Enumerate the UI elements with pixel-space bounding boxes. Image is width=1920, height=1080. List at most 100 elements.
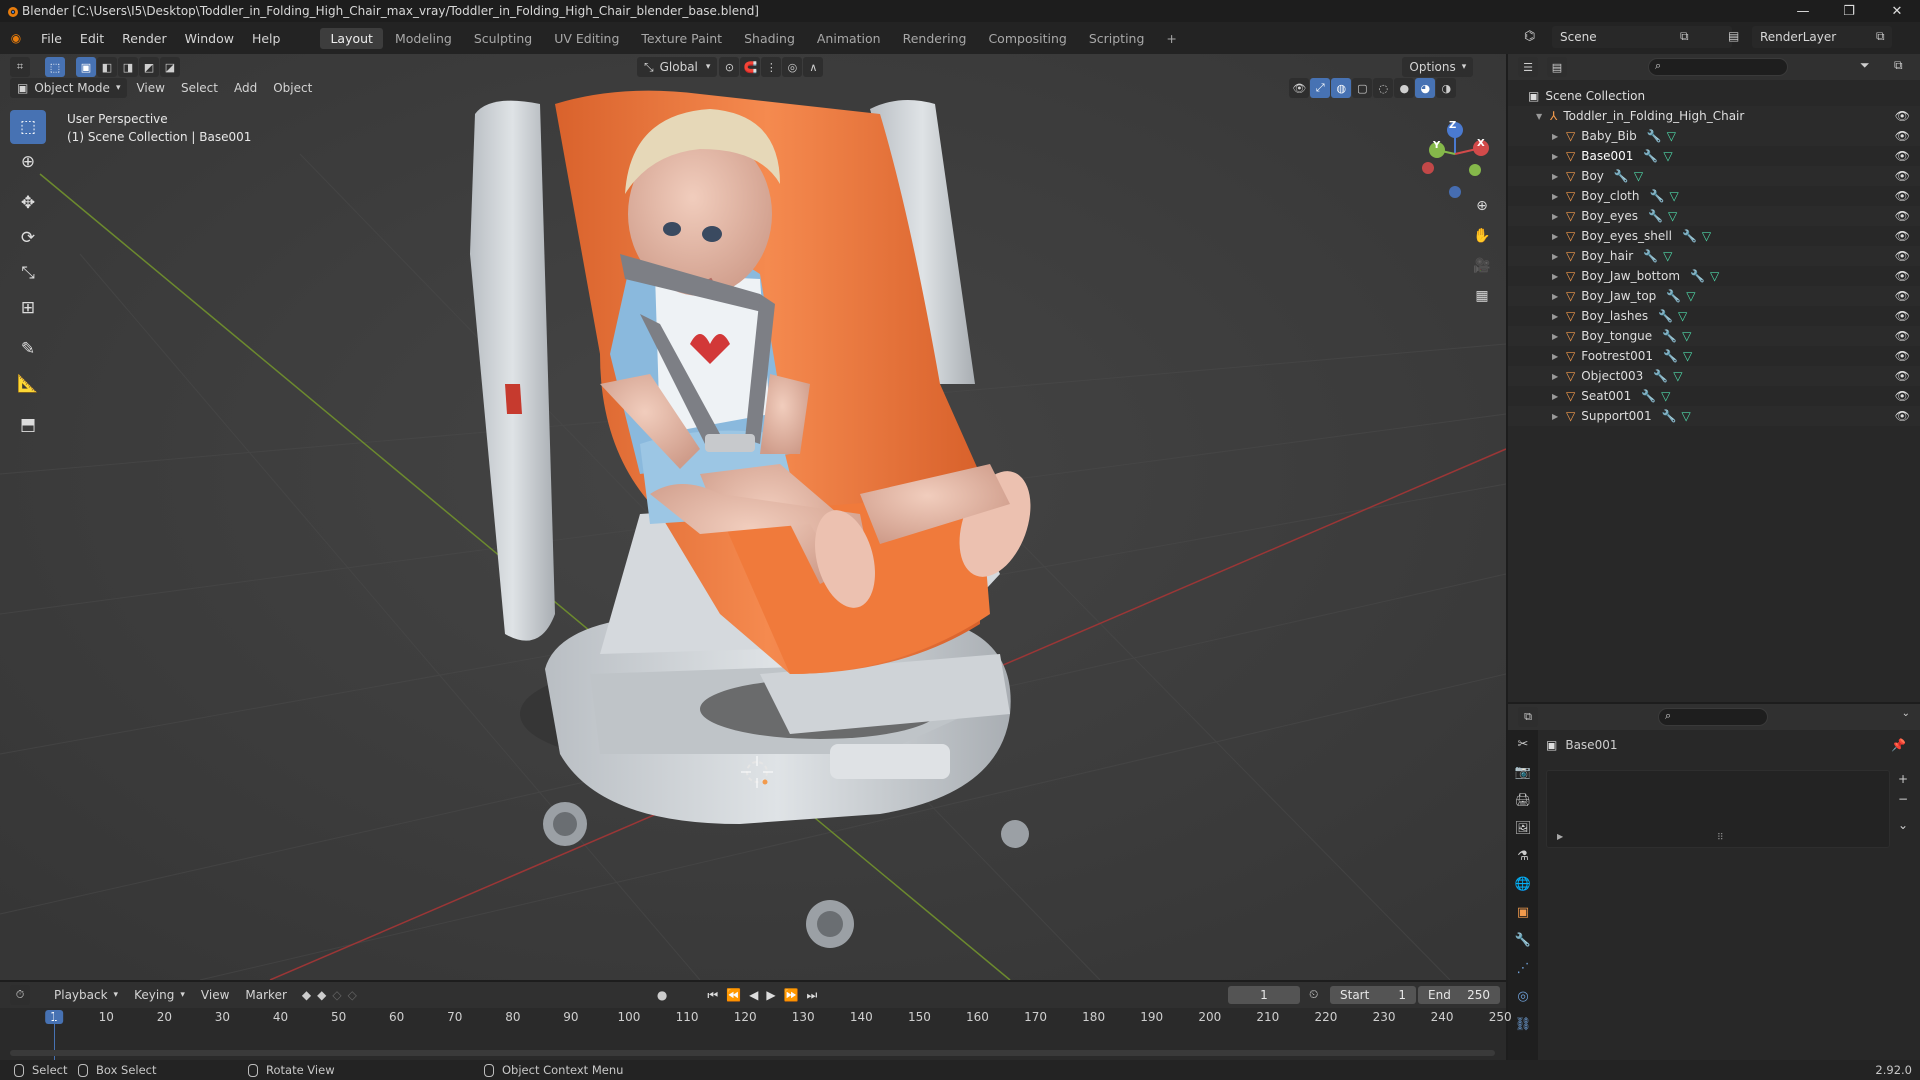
mesh-data-icon[interactable]: ▽ [1673, 369, 1682, 383]
modifier-wrench-icon[interactable]: 🔧 [1650, 189, 1665, 203]
transform-orientation-dropdown[interactable]: ⤡ Global ▾ [637, 57, 718, 77]
transform-tool-icon[interactable]: ⊞ [10, 291, 46, 325]
eye-icon[interactable]: 👁 [1895, 149, 1910, 163]
timeline-editor-type-icon[interactable]: ⏱ [10, 985, 30, 1005]
outliner-collection[interactable]: ▼ ⅄ Toddler_in_Folding_High_Chair 👁 [1508, 106, 1920, 126]
outliner-object-row[interactable]: ▶ ▽ Footrest001 🔧 ▽ 👁 [1508, 346, 1920, 366]
outliner-object-row[interactable]: ▶ ▽ Boy_Jaw_bottom 🔧 ▽ 👁 [1508, 266, 1920, 286]
outliner-object-row[interactable]: ▶ ▽ Baby_Bib 🔧 ▽ 👁 [1508, 126, 1920, 146]
mesh-data-icon[interactable]: ▽ [1668, 209, 1677, 223]
outliner-scene-collection[interactable]: ▣ Scene Collection [1508, 86, 1920, 106]
auto-keying-icon[interactable]: ● [657, 988, 667, 1002]
select-box-tool-icon[interactable]: ⬚ [10, 110, 46, 144]
modifier-tab-icon[interactable]: 🔧 [1508, 926, 1538, 954]
timeline-menu-playback[interactable]: Playback ▾ [47, 985, 125, 1005]
add-slot-button[interactable]: + [1894, 770, 1912, 788]
properties-editor-type-icon[interactable]: ⧉ [1518, 707, 1538, 727]
mesh-data-icon[interactable]: ▽ [1682, 329, 1691, 343]
gizmo-x-label[interactable]: X [1477, 138, 1485, 149]
timeline-ruler[interactable]: 1102030405060708090100110120130140150160… [0, 1010, 1512, 1030]
tab-uv-editing[interactable]: UV Editing [544, 28, 629, 49]
mesh-data-icon[interactable]: ▽ [1682, 409, 1691, 423]
pan-hand-icon[interactable]: ✋ [1469, 223, 1495, 249]
chevron-down-icon[interactable]: ⌄ [1902, 708, 1910, 719]
snap-icon[interactable]: 🧲 [740, 57, 761, 77]
jump-start-icon[interactable]: ⏮ [707, 988, 718, 1003]
falloff-icon[interactable]: ∧ [803, 57, 824, 77]
mesh-data-icon[interactable]: ▽ [1702, 229, 1711, 243]
menu-edit[interactable]: Edit [71, 31, 113, 46]
tab-modeling[interactable]: Modeling [385, 28, 462, 49]
annotate-tool-icon[interactable]: ✎ [10, 332, 46, 366]
expand-arrow-icon[interactable]: ▶ [1552, 412, 1562, 421]
tab-texture-paint[interactable]: Texture Paint [631, 28, 732, 49]
physics-tab-icon[interactable]: ◎ [1508, 982, 1538, 1010]
expand-arrow-icon[interactable]: ▶ [1552, 332, 1562, 341]
expand-arrow-icon[interactable]: ▶ [1552, 272, 1562, 281]
current-frame-field[interactable]: 1 [1228, 986, 1300, 1004]
menu-file[interactable]: File [32, 31, 71, 46]
tab-compositing[interactable]: Compositing [978, 28, 1076, 49]
pin-icon[interactable]: 📌 [1891, 738, 1906, 752]
expand-arrow-icon[interactable]: ▶ [1552, 372, 1562, 381]
eye-icon[interactable]: 👁 [1895, 389, 1910, 403]
perspective-grid-icon[interactable]: ▦ [1469, 283, 1495, 309]
modifier-wrench-icon[interactable]: 🔧 [1658, 309, 1673, 323]
expand-arrow-icon[interactable]: ▶ [1557, 832, 1563, 841]
move-tool-icon[interactable]: ✥ [10, 186, 46, 220]
rotate-tool-icon[interactable]: ⟳ [10, 221, 46, 255]
viewport-menu-object[interactable]: Object [266, 78, 319, 98]
visibility-icon[interactable]: 👁 [1289, 78, 1310, 98]
particles-tab-icon[interactable]: ⋰ [1508, 954, 1538, 982]
mesh-data-icon[interactable]: ▽ [1634, 169, 1643, 183]
expand-arrow-icon[interactable]: ▼ [1536, 112, 1546, 121]
modifier-wrench-icon[interactable]: 🔧 [1643, 149, 1658, 163]
keyframe-clear-icon[interactable]: ◇ [348, 988, 357, 1002]
select-mode-extend-icon[interactable]: ◧ [97, 57, 117, 77]
view-layer-tab-icon[interactable]: 🖼 [1508, 814, 1538, 842]
select-mode-subtract-icon[interactable]: ◨ [118, 57, 138, 77]
resize-handle-icon[interactable]: ⠿ [1717, 833, 1724, 843]
tab-layout[interactable]: Layout [320, 27, 383, 49]
output-tab-icon[interactable]: 🖨 [1508, 786, 1538, 814]
tab-sculpting[interactable]: Sculpting [464, 28, 542, 49]
overlays-icon[interactable]: ◍ [1331, 78, 1352, 98]
keyframe-prev-icon[interactable]: ◆ [302, 988, 311, 1002]
display-mode-icon[interactable]: ▤ [1547, 57, 1567, 77]
object-tab-icon[interactable]: ▣ [1508, 898, 1538, 926]
xray-icon[interactable]: ▢ [1352, 78, 1373, 98]
new-scene-icon[interactable]: ⧉ [1680, 29, 1689, 44]
scale-tool-icon[interactable]: ⤡ [10, 256, 46, 290]
eye-icon[interactable]: 👁 [1895, 169, 1910, 183]
viewport-menu-view[interactable]: View [129, 78, 171, 98]
expand-arrow-icon[interactable]: ▶ [1552, 252, 1562, 261]
eye-icon[interactable]: 👁 [1895, 229, 1910, 243]
eye-icon[interactable]: 👁 [1895, 309, 1910, 323]
close-button[interactable]: ✕ [1874, 0, 1920, 22]
jump-end-icon[interactable]: ⏭ [807, 988, 818, 1003]
mesh-data-icon[interactable]: ▽ [1663, 249, 1672, 263]
outliner-object-row[interactable]: ▶ ▽ Boy 🔧 ▽ 👁 [1508, 166, 1920, 186]
eye-icon[interactable]: 👁 [1895, 289, 1910, 303]
expand-arrow-icon[interactable]: ▶ [1552, 292, 1562, 301]
expand-arrow-icon[interactable]: ▶ [1552, 132, 1562, 141]
maximize-button[interactable]: ❐ [1826, 0, 1872, 22]
outliner-search-input[interactable]: ⌕ [1648, 58, 1788, 76]
expand-arrow-icon[interactable]: ▶ [1552, 392, 1562, 401]
mesh-data-icon[interactable]: ▽ [1661, 389, 1670, 403]
add-workspace-button[interactable]: + [1156, 28, 1186, 49]
remove-slot-button[interactable]: − [1894, 790, 1912, 808]
expand-arrow-icon[interactable]: ▶ [1552, 232, 1562, 241]
keyframe-delete-icon[interactable]: ◇ [332, 988, 341, 1002]
modifier-wrench-icon[interactable]: 🔧 [1648, 209, 1663, 223]
outliner-object-row[interactable]: ▶ ▽ Boy_hair 🔧 ▽ 👁 [1508, 246, 1920, 266]
select-mode-invert-icon[interactable]: ◩ [139, 57, 159, 77]
mesh-data-icon[interactable]: ▽ [1678, 309, 1687, 323]
menu-render[interactable]: Render [113, 31, 176, 46]
play-icon[interactable]: ▶ [766, 988, 775, 1002]
tab-animation[interactable]: Animation [807, 28, 891, 49]
menu-window[interactable]: Window [176, 31, 243, 46]
tool-tab-icon[interactable]: ✂ [1508, 730, 1538, 758]
eye-icon[interactable]: 👁 [1895, 409, 1910, 423]
outliner-object-row[interactable]: ▶ ▽ Boy_tongue 🔧 ▽ 👁 [1508, 326, 1920, 346]
